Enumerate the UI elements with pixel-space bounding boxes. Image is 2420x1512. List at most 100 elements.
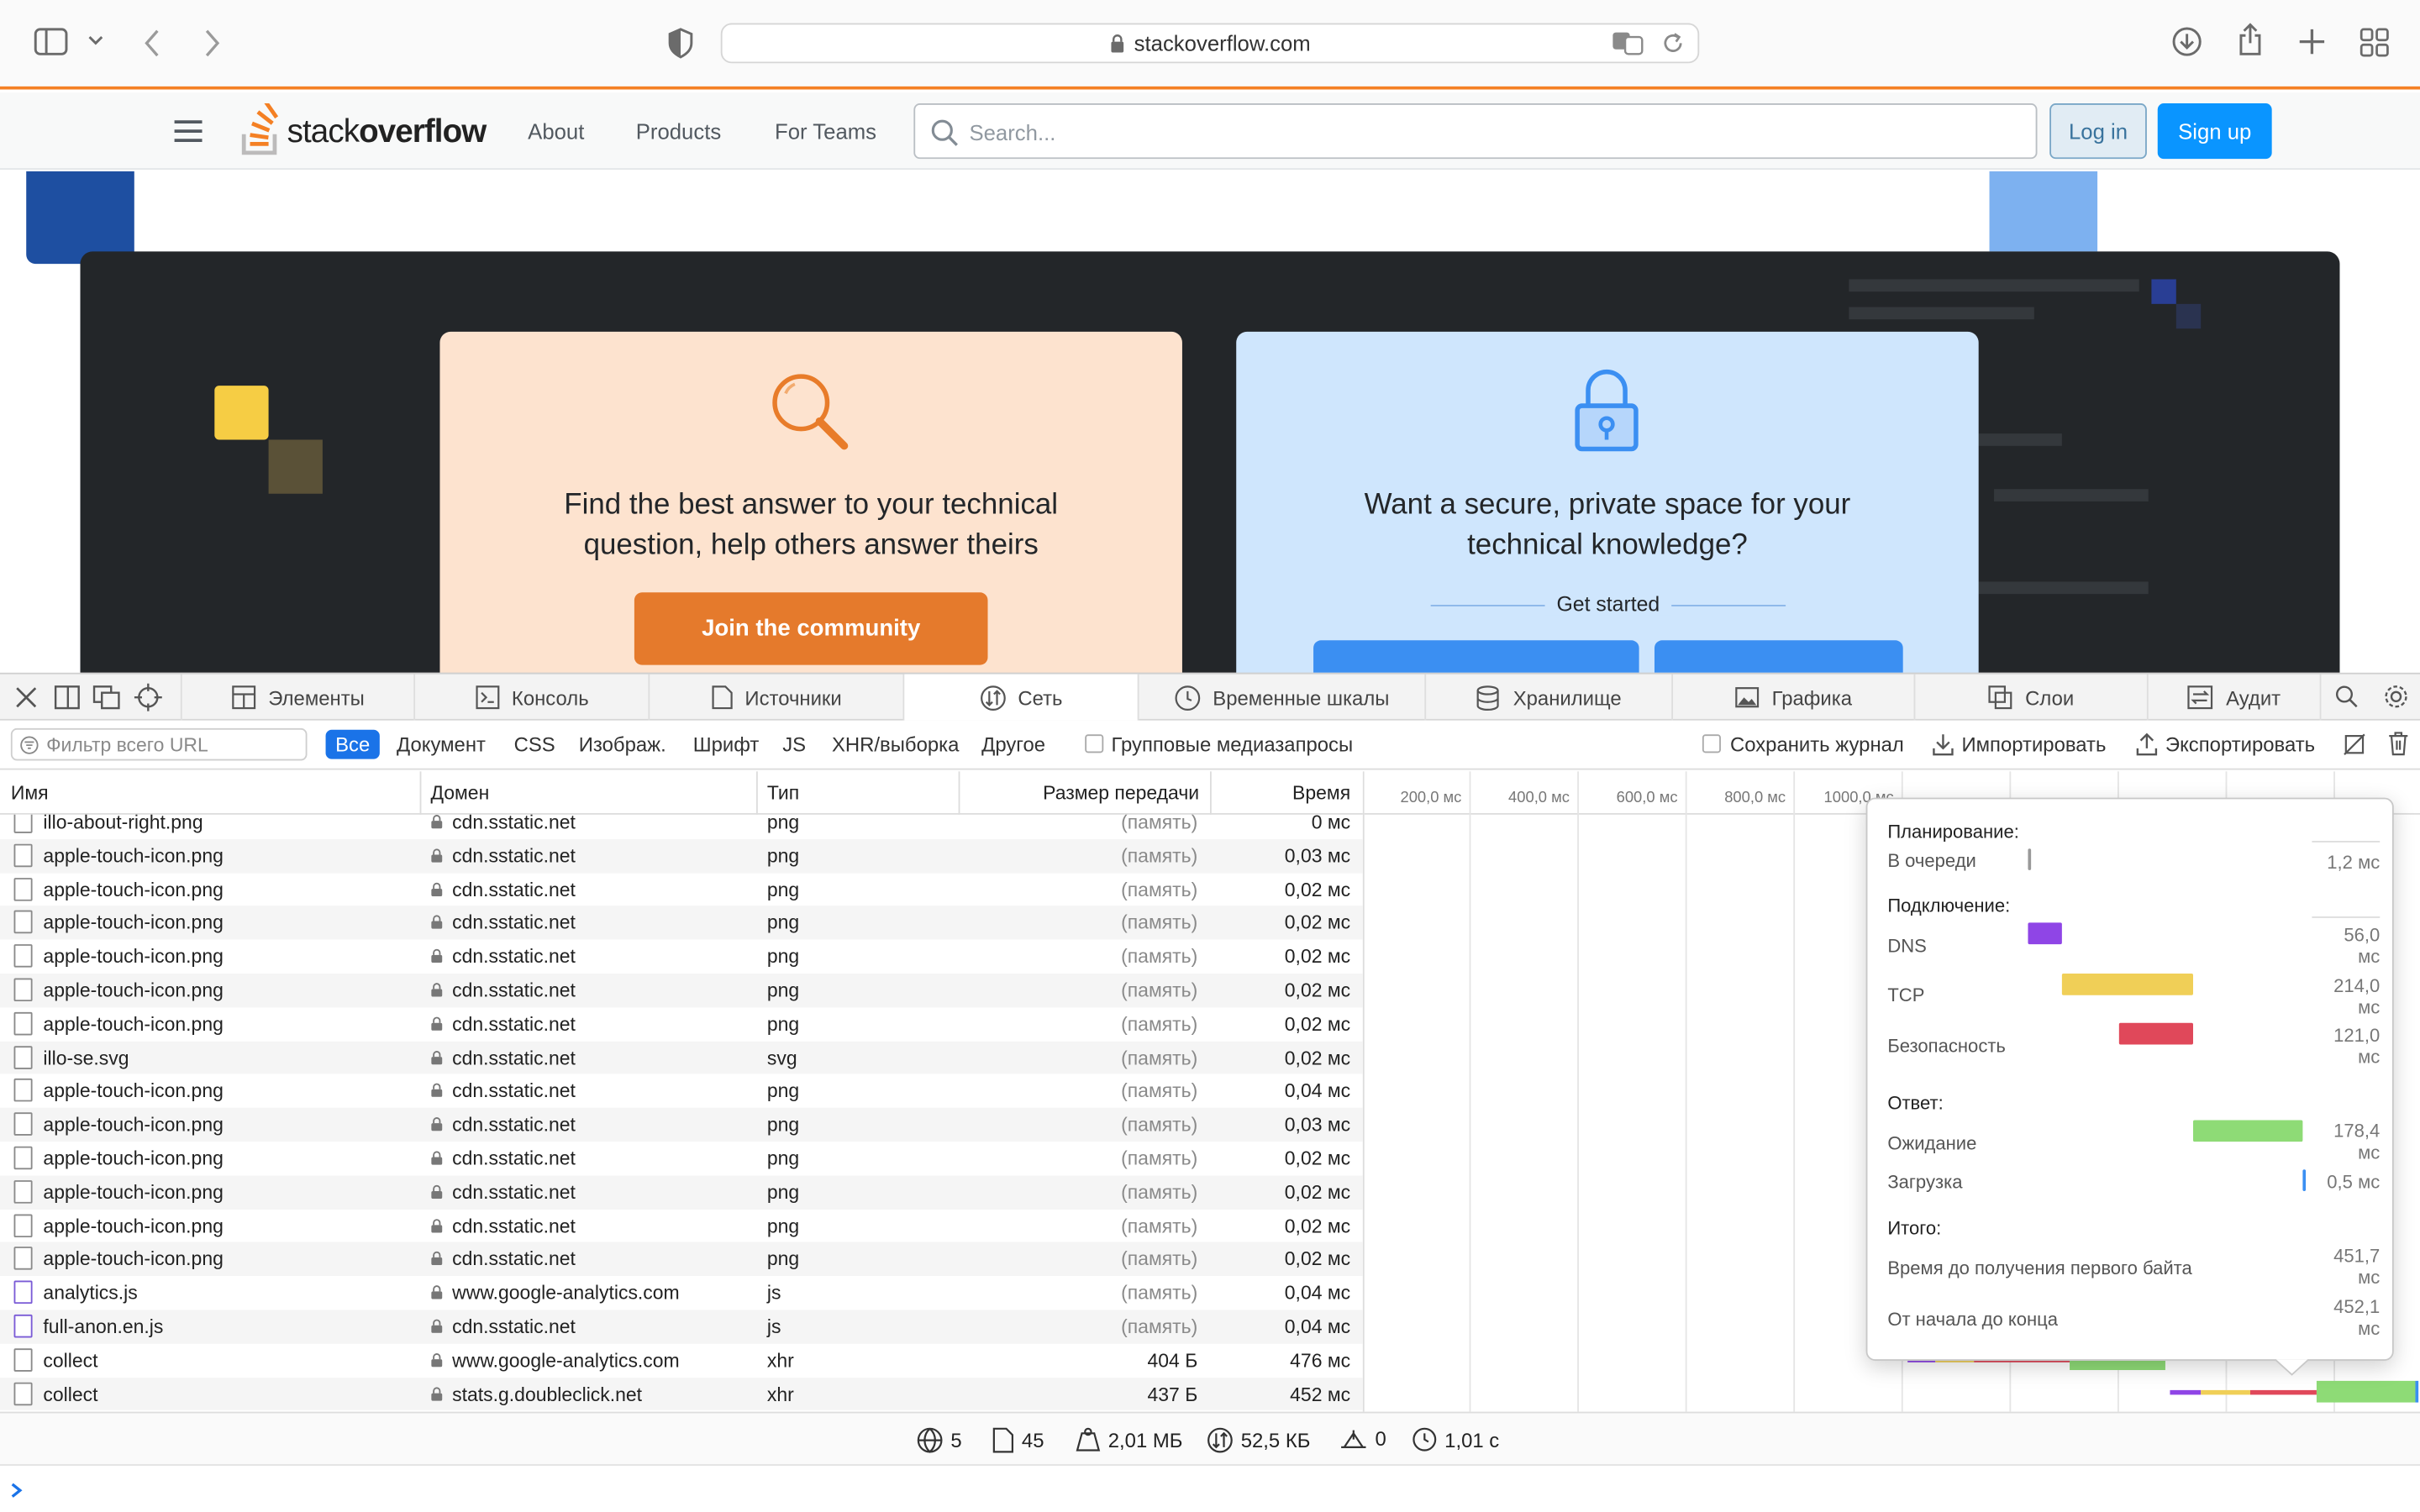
table-row[interactable]: illo-se.svg cdn.sstatic.net svg (память) 0,0… (0, 1041, 1363, 1075)
reload-icon[interactable] (1660, 31, 1685, 55)
table-row[interactable]: apple-touch-icon.png cdn.sstatic.net png (п… (0, 940, 1363, 974)
tick-label: 200,0 мс (1400, 790, 1462, 807)
image-file-icon (13, 1045, 33, 1069)
share-icon[interactable] (2236, 23, 2264, 57)
trash-icon[interactable] (2387, 732, 2409, 756)
waiting-value: 178,4 мс (2333, 1120, 2381, 1163)
signup-button[interactable]: Sign up (2157, 103, 2272, 160)
filter-all[interactable]: Все (325, 729, 380, 759)
lock-icon (431, 916, 443, 930)
table-row[interactable]: apple-touch-icon.png cdn.sstatic.net png (п… (0, 838, 1363, 873)
lock-icon (431, 1184, 443, 1199)
lock-icon (431, 1050, 443, 1064)
table-row[interactable]: apple-touch-icon.png cdn.sstatic.net png (п… (0, 1007, 1363, 1041)
table-row[interactable]: collect stats.g.doubleclick.net xhr 437 Б 45… (0, 1377, 1363, 1410)
download-bar (2302, 1169, 2307, 1191)
nav-about[interactable]: About (528, 118, 584, 143)
filter-css[interactable]: CSS (514, 732, 555, 756)
filter-images[interactable]: Изображ. (579, 732, 666, 756)
lock-icon (431, 1285, 443, 1299)
nav-for-teams[interactable]: For Teams (775, 118, 876, 143)
table-row[interactable]: apple-touch-icon.png cdn.sstatic.net png (п… (0, 906, 1363, 940)
table-row[interactable]: apple-touch-icon.png cdn.sstatic.net png (п… (0, 873, 1363, 906)
table-row[interactable]: apple-touch-icon.png cdn.sstatic.net png (п… (0, 1142, 1363, 1175)
privacy-shield-icon[interactable] (666, 28, 694, 59)
decor-line (1994, 489, 2149, 501)
table-row[interactable]: apple-touch-icon.png cdn.sstatic.net png (п… (0, 1242, 1363, 1277)
filter-xhr[interactable]: XHR/выборка (832, 732, 959, 756)
filter-other[interactable]: Другое (981, 732, 1045, 756)
request-domain: cdn.sstatic.net (452, 1147, 576, 1170)
export-icon[interactable] (2136, 732, 2158, 756)
table-row[interactable]: illo-about-right.png cdn.sstatic.net png (п… (0, 814, 1363, 839)
connection-heading: Подключение: (1887, 895, 2011, 917)
tab-storage[interactable]: Хранилище (1426, 674, 1674, 721)
table-row[interactable]: apple-touch-icon.png cdn.sstatic.net png (п… (0, 1175, 1363, 1210)
tab-network[interactable]: Сеть (904, 674, 1139, 721)
filter-document[interactable]: Документ (397, 732, 486, 756)
filter-js[interactable]: JS (782, 732, 806, 756)
table-row[interactable]: apple-touch-icon.png cdn.sstatic.net png (п… (0, 973, 1363, 1008)
inspect-target-icon[interactable] (134, 683, 162, 711)
new-tab-icon[interactable] (2298, 28, 2326, 55)
tab-layers[interactable]: Слои (1915, 674, 2149, 721)
back-icon[interactable] (142, 28, 164, 59)
dns-value: 56,0 мс (2344, 924, 2381, 968)
col-transfer-size[interactable]: Размер передачи (1043, 782, 1199, 804)
table-row[interactable]: analytics.js www.google-analytics.com js (п… (0, 1276, 1363, 1310)
nav-products[interactable]: Products (636, 118, 721, 143)
tab-elements[interactable]: Элементы (180, 674, 416, 721)
filter-font[interactable]: Шрифт (693, 732, 760, 756)
tab-timelines[interactable]: Временные шкалы (1139, 674, 1427, 721)
teams-button-free[interactable] (1313, 640, 1639, 673)
search-input[interactable]: Search... (913, 103, 2038, 160)
search-icon (931, 119, 958, 146)
group-media-checkbox[interactable] (1085, 734, 1104, 753)
login-button[interactable]: Log in (2049, 103, 2147, 160)
request-name: apple-touch-icon.png (43, 879, 224, 900)
disable-cache-icon[interactable] (2343, 732, 2366, 756)
join-community-button[interactable]: Join the community (634, 592, 988, 665)
forward-icon[interactable] (201, 28, 223, 59)
detach-window-icon[interactable] (92, 685, 120, 710)
export-button[interactable]: Экспортировать (2165, 732, 2315, 756)
tab-graphics[interactable]: Графика (1673, 674, 1916, 721)
search-icon[interactable] (2335, 685, 2359, 709)
address-bar[interactable]: stackoverflow.com (720, 23, 1700, 64)
request-size: (память) (1121, 1248, 1198, 1271)
import-button[interactable]: Импортировать (1961, 732, 2106, 756)
hamburger-menu-icon[interactable] (174, 118, 203, 143)
stackoverflow-logo-icon (241, 103, 279, 155)
request-name: illo-se.svg (43, 1047, 129, 1069)
downloads-icon[interactable] (2171, 26, 2202, 57)
col-type[interactable]: Тип (767, 782, 799, 804)
tab-audit[interactable]: Аудит (2149, 674, 2322, 721)
dock-side-icon[interactable] (54, 685, 80, 710)
tab-sources[interactable]: Источники (650, 674, 905, 721)
sidebar-toggle-icon[interactable] (34, 28, 68, 55)
site-logo[interactable]: stack overflow (241, 103, 487, 155)
table-row[interactable]: apple-touch-icon.png cdn.sstatic.net png (п… (0, 1074, 1363, 1108)
import-icon[interactable] (1933, 732, 1954, 756)
image-file-icon (13, 944, 33, 968)
url-filter-input[interactable]: Фильтр всего URL (10, 727, 308, 761)
request-type: png (766, 1248, 800, 1271)
close-devtools-icon[interactable] (15, 686, 37, 708)
chevron-down-icon[interactable] (88, 33, 103, 48)
teams-button-business[interactable] (1654, 640, 1903, 673)
table-row[interactable]: full-anon.en.js cdn.sstatic.net js (память)… (0, 1310, 1363, 1344)
table-row[interactable]: collect www.google-analytics.com xhr 404 Б 4… (0, 1343, 1363, 1377)
popover-arrow (2275, 1359, 2309, 1376)
settings-gear-icon[interactable] (2383, 684, 2409, 710)
table-row[interactable]: apple-touch-icon.png cdn.sstatic.net png (п… (0, 1209, 1363, 1242)
tab-console[interactable]: Консоль (415, 674, 650, 721)
col-domain[interactable]: Домен (430, 782, 489, 804)
console-prompt[interactable] (0, 1464, 2420, 1512)
preserve-log-checkbox[interactable] (1702, 734, 1721, 753)
col-time[interactable]: Время (1292, 782, 1350, 804)
col-name[interactable]: Имя (11, 782, 49, 804)
tab-overview-icon[interactable] (2360, 28, 2389, 57)
security-label: Безопасность (1887, 1035, 2006, 1058)
table-row[interactable]: apple-touch-icon.png cdn.sstatic.net png (п… (0, 1108, 1363, 1142)
translate-icon[interactable] (1612, 31, 1645, 55)
